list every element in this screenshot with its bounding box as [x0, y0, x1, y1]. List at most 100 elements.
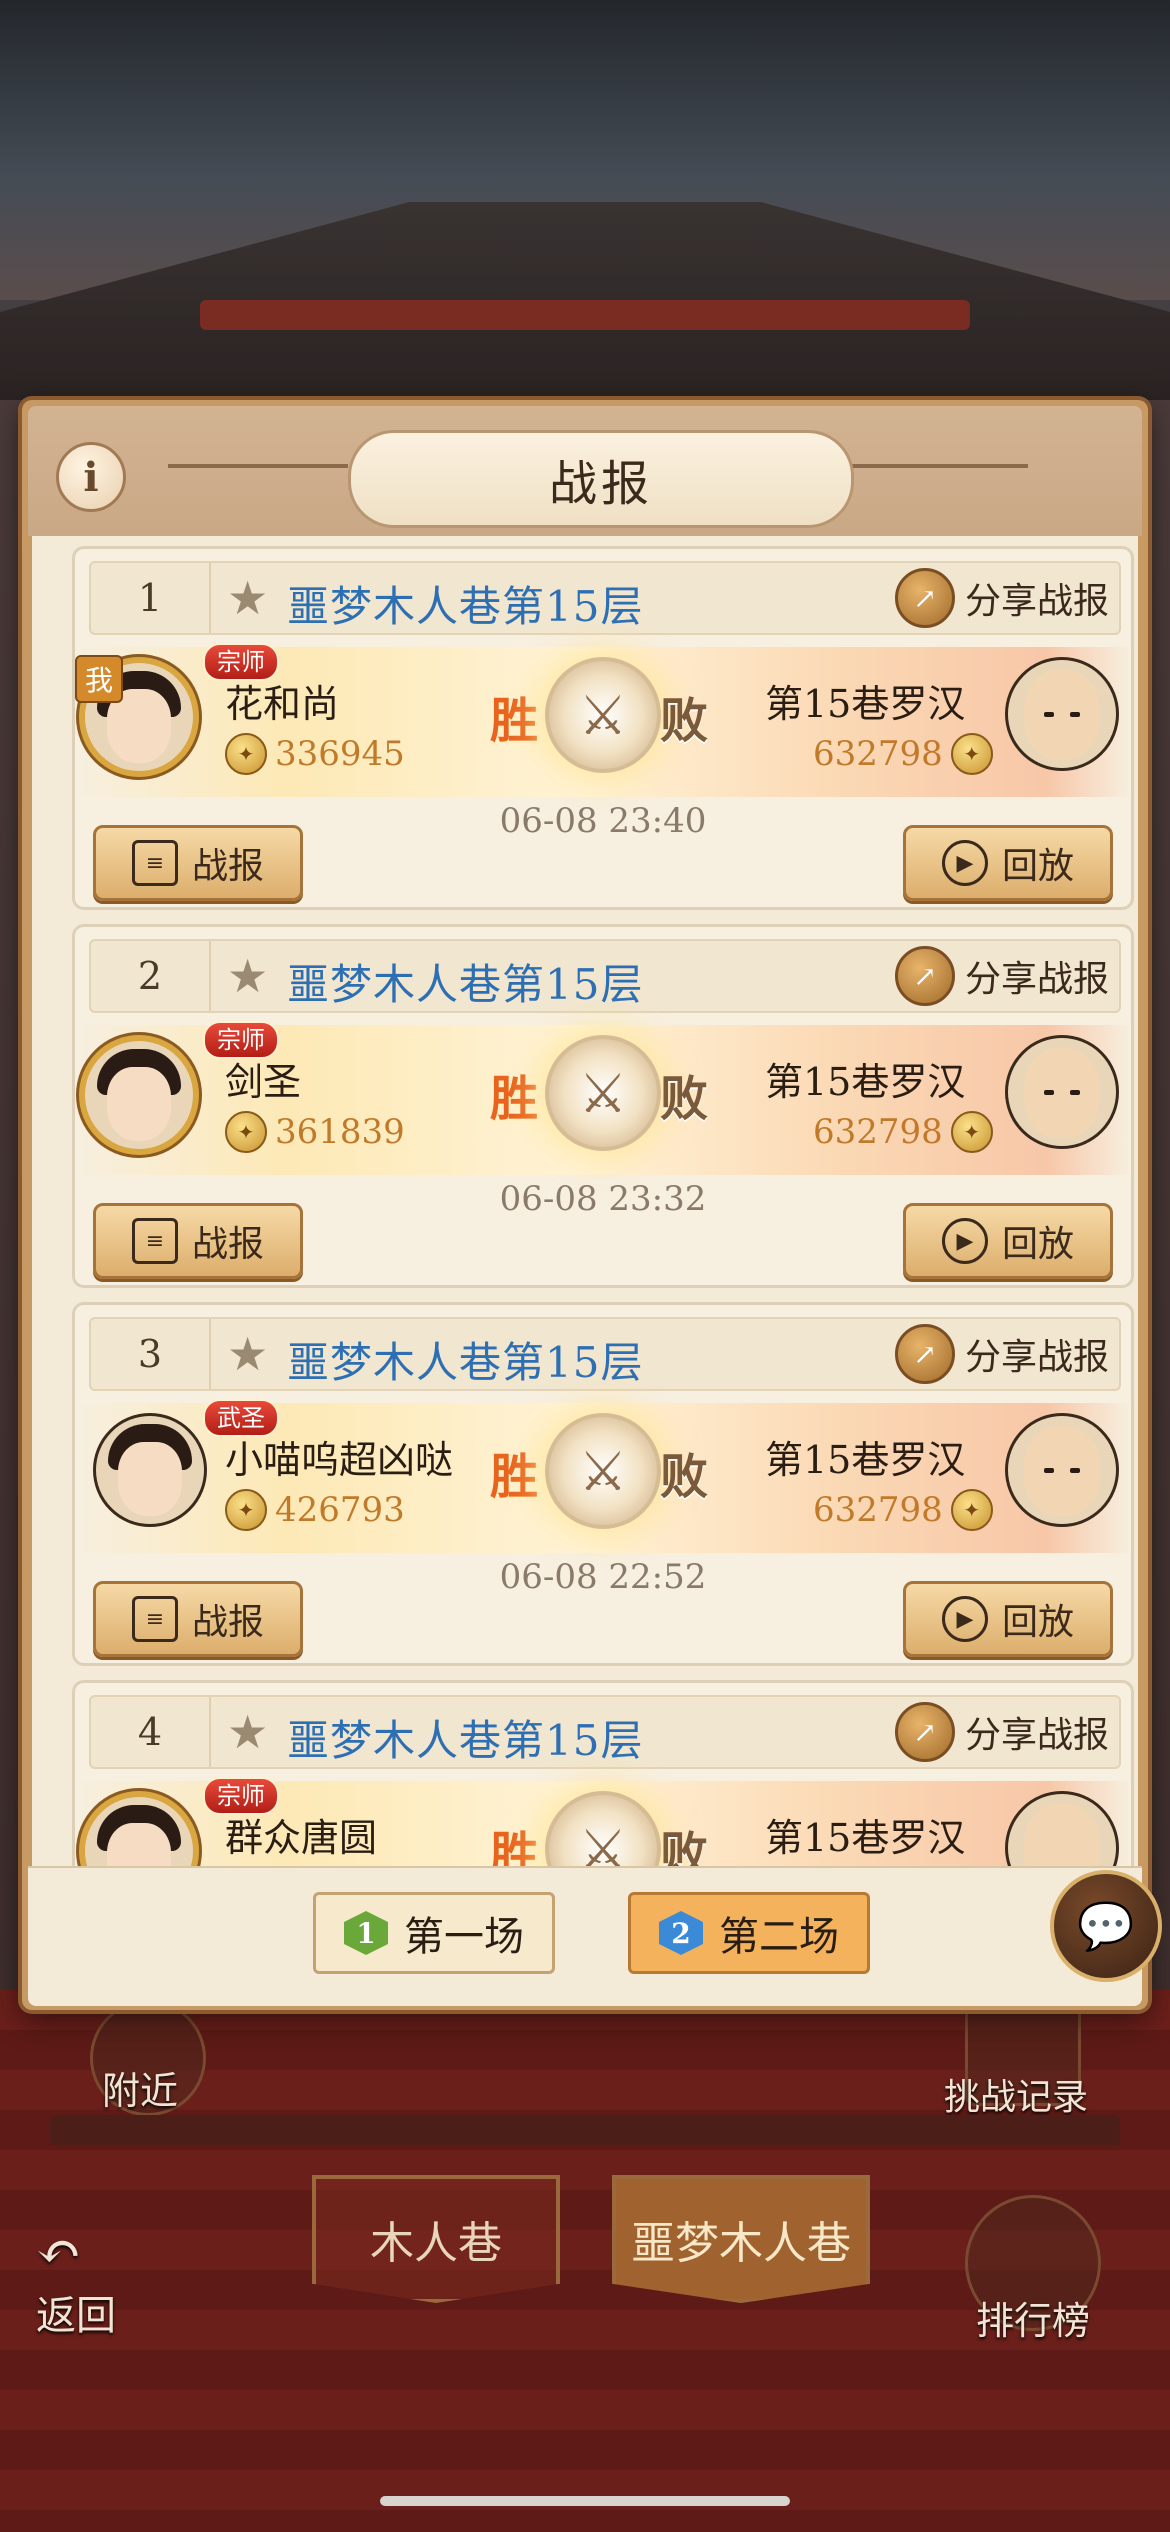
- leaderboard-label[interactable]: 排行榜: [976, 2290, 1090, 2345]
- opponent-name: 第15巷罗汉: [765, 1438, 966, 1482]
- avatar-bald-head: [1024, 1804, 1100, 1866]
- avatar-face: [107, 1067, 171, 1141]
- title-decoration-left: [168, 464, 348, 468]
- round-2-label: 第二场: [719, 1914, 839, 1960]
- tab-wooden-lane[interactable]: 木人巷: [312, 2175, 560, 2303]
- card-header: 1 ★ 噩梦木人巷第15层 ↗ 分享战报: [89, 561, 1121, 635]
- opponent-power: 632798 ✦: [813, 733, 993, 775]
- report-card: 1 ★ 噩梦木人巷第15层 ↗ 分享战报 我 宗师 花和尚 ✦ 336945 胜 …: [72, 546, 1134, 910]
- back-button[interactable]: ↶ 返回: [36, 2220, 116, 2341]
- share-label: 分享战报: [964, 959, 1109, 1000]
- fight-row: 宗师 剑圣 ✦ 361839 胜 ⚔ 败 第15巷罗汉 632798 ✦: [75, 1021, 1131, 1175]
- play-icon: ▶: [941, 1218, 988, 1264]
- avatar-bald-head: [1024, 670, 1100, 760]
- dialog-header: i 战报: [28, 406, 1142, 536]
- share-label: 分享战报: [964, 581, 1109, 622]
- replay-button-label: 回放: [1001, 1224, 1074, 1265]
- report-card: 3 ★ 噩梦木人巷第15层 ↗ 分享战报 武圣 小喵呜超凶哒 ✦ 426793 胜…: [72, 1302, 1134, 1666]
- avatar-eye: [1044, 1468, 1054, 1473]
- title-decoration-right: [848, 464, 1028, 468]
- star-icon: ★: [227, 1327, 269, 1381]
- report-button[interactable]: ≡ 战报: [93, 825, 303, 901]
- replay-button[interactable]: ▶ 回放: [903, 1581, 1113, 1657]
- level-title: 噩梦木人巷第15层: [287, 1338, 644, 1387]
- coin-icon: ✦: [950, 733, 993, 775]
- player-avatar[interactable]: [79, 1035, 199, 1155]
- report-index: 3: [91, 1319, 211, 1389]
- report-index: 4: [91, 1697, 211, 1767]
- share-icon: ↗: [894, 1324, 955, 1384]
- player-power-value: 426793: [275, 1490, 405, 1530]
- opponent-avatar[interactable]: [1005, 1035, 1119, 1149]
- player-name: 群众唐圆: [225, 1816, 378, 1860]
- lose-label: 败: [660, 1449, 709, 1505]
- opponent-avatar[interactable]: [1005, 1791, 1119, 1866]
- coin-icon: ✦: [225, 1489, 267, 1531]
- level-title: 噩梦木人巷第15层: [287, 582, 644, 631]
- opponent-power-value: 632798: [813, 1112, 943, 1152]
- background-beam: [50, 2115, 1120, 2145]
- opponent-avatar[interactable]: [1005, 657, 1119, 771]
- player-power: ✦ 361839: [225, 1111, 405, 1153]
- round-2-button[interactable]: 2 第二场: [628, 1892, 870, 1974]
- report-button-label: 战报: [191, 1224, 264, 1265]
- share-icon: ↗: [894, 568, 955, 628]
- round-1-icon: 1: [344, 1911, 388, 1955]
- nearby-label[interactable]: 附近: [102, 2060, 178, 2115]
- challenge-log-label[interactable]: 挑战记录: [944, 2068, 1088, 2120]
- round-2-icon: 2: [659, 1911, 703, 1955]
- avatar-eye: [1044, 712, 1054, 717]
- win-label: 胜: [490, 1449, 539, 1505]
- share-label: 分享战报: [964, 1337, 1109, 1378]
- lose-label: 败: [660, 1827, 709, 1866]
- replay-button[interactable]: ▶ 回放: [903, 825, 1113, 901]
- list-icon: ≡: [131, 1596, 178, 1642]
- replay-button[interactable]: ▶ 回放: [903, 1203, 1113, 1279]
- report-button[interactable]: ≡ 战报: [93, 1203, 303, 1279]
- card-header: 3 ★ 噩梦木人巷第15层 ↗ 分享战报: [89, 1317, 1121, 1391]
- back-label: 返回: [36, 2293, 116, 2339]
- coin-icon: ✦: [225, 733, 267, 775]
- report-list[interactable]: 1 ★ 噩梦木人巷第15层 ↗ 分享战报 我 宗师 花和尚 ✦ 336945 胜 …: [32, 536, 1138, 1866]
- player-name: 剑圣: [225, 1060, 302, 1104]
- level-title: 噩梦木人巷第15层: [287, 960, 644, 1009]
- level-title: 噩梦木人巷第15层: [287, 1716, 644, 1765]
- report-button[interactable]: ≡ 战报: [93, 1581, 303, 1657]
- opponent-power-value: 632798: [813, 734, 943, 774]
- replay-button-label: 回放: [1001, 1602, 1074, 1643]
- report-index: 1: [91, 563, 211, 633]
- player-power: ✦ 426793: [225, 1489, 405, 1531]
- opponent-power: 632798 ✦: [813, 1489, 993, 1531]
- info-icon[interactable]: i: [56, 442, 126, 512]
- player-avatar[interactable]: [79, 1791, 199, 1866]
- round-1-button[interactable]: 1 第一场: [313, 1892, 555, 1974]
- star-icon: ★: [227, 949, 269, 1003]
- share-report-button[interactable]: ↗ 分享战报: [894, 946, 1109, 1006]
- coin-icon: ✦: [950, 1489, 993, 1531]
- avatar-eye: [1044, 1090, 1054, 1095]
- share-report-button[interactable]: ↗ 分享战报: [894, 1324, 1109, 1384]
- report-button-label: 战报: [191, 1602, 264, 1643]
- tab-nightmare-lane[interactable]: 噩梦木人巷: [612, 2175, 870, 2303]
- chat-icon[interactable]: 💬: [1050, 1870, 1162, 1982]
- report-button-label: 战报: [191, 846, 264, 887]
- home-indicator[interactable]: [380, 2496, 790, 2506]
- player-power-value: 361839: [275, 1112, 405, 1152]
- report-index: 2: [91, 941, 211, 1011]
- star-icon: ★: [227, 1705, 269, 1759]
- win-label: 胜: [490, 1827, 539, 1866]
- opponent-name: 第15巷罗汉: [765, 1060, 966, 1104]
- share-icon: ↗: [894, 946, 955, 1006]
- crossed-swords-icon: ⚔: [545, 1035, 661, 1151]
- card-header: 2 ★ 噩梦木人巷第15层 ↗ 分享战报: [89, 939, 1121, 1013]
- win-label: 胜: [490, 693, 539, 749]
- card-header: 4 ★ 噩梦木人巷第15层 ↗ 分享战报: [89, 1695, 1121, 1769]
- player-name: 花和尚: [225, 682, 340, 726]
- lose-label: 败: [660, 1071, 709, 1127]
- opponent-name: 第15巷罗汉: [765, 682, 966, 726]
- player-avatar[interactable]: [93, 1413, 207, 1527]
- share-report-button[interactable]: ↗ 分享战报: [894, 568, 1109, 628]
- lose-label: 败: [660, 693, 709, 749]
- share-report-button[interactable]: ↗ 分享战报: [894, 1702, 1109, 1762]
- opponent-avatar[interactable]: [1005, 1413, 1119, 1527]
